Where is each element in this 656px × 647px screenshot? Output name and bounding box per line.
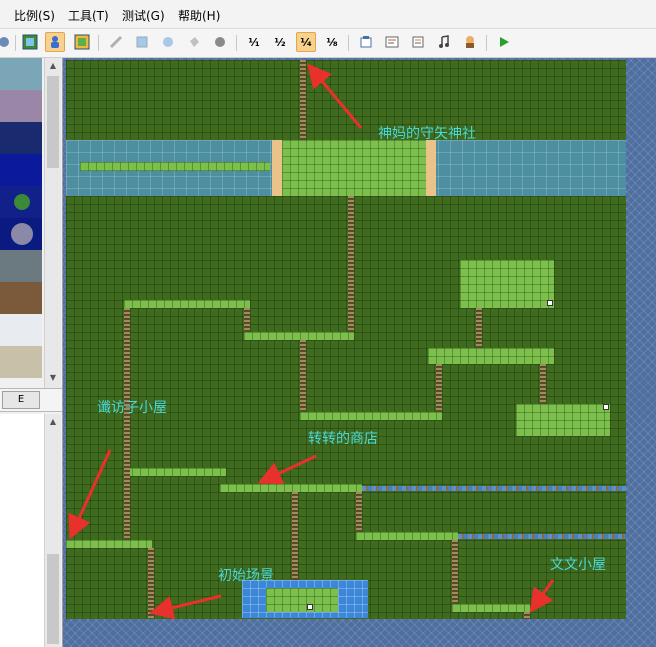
scale-1-2-icon[interactable]: ¹⁄₂ [270, 32, 290, 52]
tab-e[interactable]: E [2, 391, 40, 409]
shadow-icon[interactable] [210, 32, 230, 52]
menu-bar: 比例(S) 工具(T) 测试(G) 帮助(H) [0, 0, 656, 29]
scale-1-1-icon[interactable]: ¹⁄₁ [244, 32, 264, 52]
tileset-tile[interactable] [0, 218, 42, 250]
toolbar: ¹⁄₁ ¹⁄₂ ¹⁄₄ ¹⁄₈ [0, 29, 656, 58]
fill-icon[interactable] [184, 32, 204, 52]
arrow-start [149, 594, 222, 620]
toolbar-divider [486, 35, 487, 51]
resource-manager-icon[interactable] [356, 32, 376, 52]
map-icon[interactable] [20, 32, 40, 52]
tileset-palette[interactable] [0, 58, 44, 388]
playtest-icon[interactable] [494, 32, 514, 52]
menu-tools[interactable]: 工具(T) [68, 7, 109, 24]
tileset-tile[interactable] [0, 154, 42, 186]
tileset-tile[interactable] [0, 346, 42, 378]
scroll-up-icon[interactable]: ▲ [45, 58, 61, 74]
pencil-icon[interactable] [106, 32, 126, 52]
scroll-thumb[interactable] [47, 76, 59, 168]
tree-scrollbar[interactable]: ▲ [44, 414, 61, 647]
scroll-up-icon[interactable]: ▲ [45, 414, 61, 430]
region-icon[interactable] [72, 32, 92, 52]
scroll-down-icon[interactable]: ▼ [45, 370, 61, 386]
tileset-tile[interactable] [0, 282, 42, 314]
tileset-tile[interactable] [0, 90, 42, 122]
character-icon[interactable] [460, 32, 480, 52]
scroll-thumb[interactable] [47, 554, 59, 644]
sound-test-icon[interactable] [434, 32, 454, 52]
scale-1-4-icon[interactable]: ¹⁄₄ [296, 32, 316, 52]
toolbar-divider [15, 35, 16, 51]
scale-1-8-icon[interactable]: ¹⁄₈ [322, 32, 342, 52]
toolbar-divider [98, 35, 99, 51]
arrow-shop [257, 454, 317, 485]
database-icon[interactable] [408, 32, 428, 52]
map-editor[interactable]: 神妈的守矢神社 谶访子小屋 转转的商店 初始场景 文文小屋 [63, 58, 656, 647]
menu-help[interactable]: 帮助(H) [178, 7, 220, 24]
tileset-tile[interactable] [0, 58, 42, 90]
rectangle-icon[interactable] [132, 32, 152, 52]
toolbar-divider [348, 35, 349, 51]
arrow-visit-house [68, 449, 112, 540]
event-icon[interactable] [45, 32, 65, 52]
toolbar-divider [236, 35, 237, 51]
ellipse-icon[interactable] [158, 32, 178, 52]
tileset-tabs: E [0, 388, 62, 412]
tileset-tile[interactable] [0, 314, 42, 346]
script-editor-icon[interactable] [382, 32, 402, 52]
prev-icon[interactable] [0, 32, 14, 52]
menu-test[interactable]: 测试(G) [122, 7, 165, 24]
tileset-tile[interactable] [0, 186, 42, 218]
tileset-tile[interactable] [0, 122, 42, 154]
annotation-arrows [68, 63, 555, 620]
tileset-scrollbar[interactable]: ▲ ▼ [44, 58, 61, 388]
tileset-tile[interactable] [0, 250, 42, 282]
arrow-wenwen [529, 579, 555, 613]
left-panel: ▲ ▼ E ▲ [0, 58, 63, 647]
map-tree[interactable] [0, 414, 44, 647]
menu-scale[interactable]: 比例(S) [14, 7, 55, 24]
arrow-shrine [307, 63, 363, 129]
